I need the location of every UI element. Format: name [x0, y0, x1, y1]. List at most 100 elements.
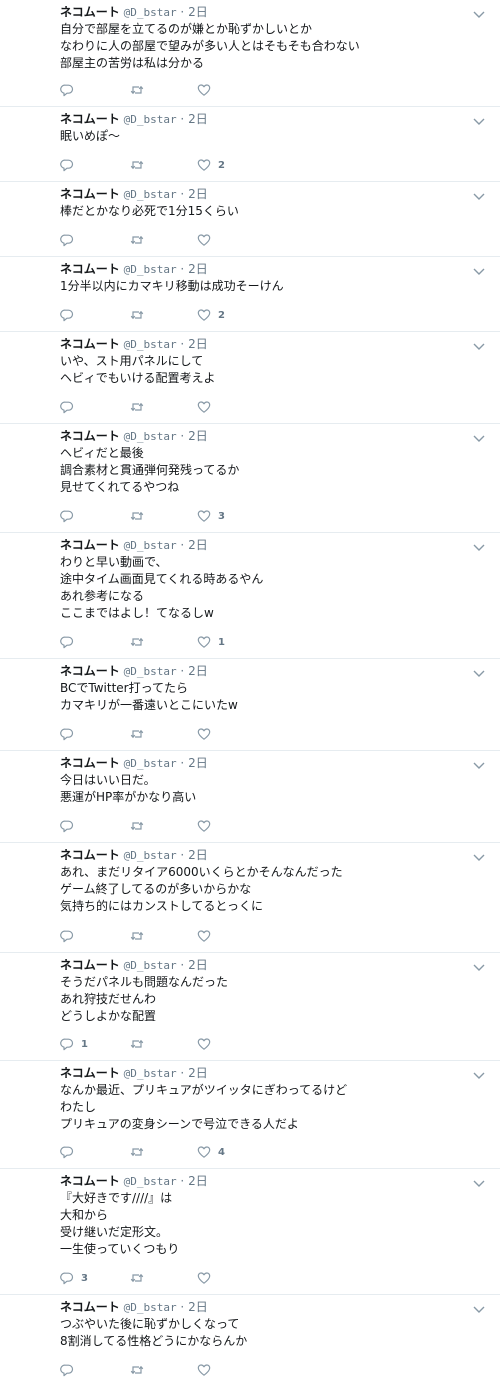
user-handle[interactable]: @D_bstar — [124, 338, 177, 351]
like-button[interactable] — [197, 233, 218, 247]
tweet-time[interactable]: 2日 — [188, 958, 208, 972]
chevron-down-icon[interactable] — [472, 959, 486, 971]
like-button[interactable] — [197, 83, 218, 97]
tweet-time[interactable]: 2日 — [188, 1066, 208, 1080]
user-handle[interactable]: @D_bstar — [124, 665, 177, 678]
user-name[interactable]: ネコムート — [60, 1174, 120, 1188]
user-handle[interactable]: @D_bstar — [124, 1175, 177, 1188]
tweet-time[interactable]: 2日 — [188, 756, 208, 770]
tweet[interactable]: ネコムート @D_bstar · 2日 眠いめぽ～ 2 — [0, 107, 500, 182]
chevron-down-icon[interactable] — [472, 1175, 486, 1187]
user-handle[interactable]: @D_bstar — [124, 959, 177, 972]
tweet-time[interactable]: 2日 — [188, 429, 208, 443]
retweet-button[interactable] — [130, 83, 151, 97]
reply-button[interactable] — [60, 727, 81, 741]
tweet[interactable]: ネコムート @D_bstar · 2日 自分で部屋を立てるのが嫌とか恥ずかしいと… — [0, 0, 500, 107]
user-name[interactable]: ネコムート — [60, 538, 120, 552]
tweet[interactable]: ネコムート @D_bstar · 2日 ヘビィだと最後 調合素材と貫通弾何発残って… — [0, 424, 500, 533]
user-handle[interactable]: @D_bstar — [124, 757, 177, 770]
reply-button[interactable] — [60, 1145, 81, 1159]
user-name[interactable]: ネコムート — [60, 429, 120, 443]
retweet-button[interactable] — [130, 1271, 151, 1285]
user-name[interactable]: ネコムート — [60, 112, 120, 126]
tweet[interactable]: ネコムート @D_bstar · 2日 今日はいい日だ。 悪運がHP率がかなり高い — [0, 751, 500, 843]
retweet-button[interactable] — [130, 1037, 151, 1051]
retweet-button[interactable] — [130, 509, 151, 523]
like-button[interactable]: 4 — [197, 1145, 225, 1159]
chevron-down-icon[interactable] — [472, 757, 486, 769]
chevron-down-icon[interactable] — [472, 263, 486, 275]
user-name[interactable]: ネコムート — [60, 1066, 120, 1080]
chevron-down-icon[interactable] — [472, 539, 486, 551]
like-button[interactable]: 2 — [197, 308, 225, 322]
reply-button[interactable] — [60, 819, 81, 833]
retweet-button[interactable] — [130, 233, 151, 247]
tweet-time[interactable]: 2日 — [188, 337, 208, 351]
tweet[interactable]: ネコムート @D_bstar · 2日 そうだパネルも問題なんだった あれ狩技だせ… — [0, 953, 500, 1061]
user-name[interactable]: ネコムート — [60, 262, 120, 276]
like-button[interactable] — [197, 819, 218, 833]
tweet[interactable]: ネコムート @D_bstar · 2日 わりと早い動画で、 途中タイム画面見てくれ… — [0, 533, 500, 659]
like-button[interactable] — [197, 1271, 218, 1285]
retweet-button[interactable] — [130, 635, 151, 649]
chevron-down-icon[interactable] — [472, 430, 486, 442]
user-name[interactable]: ネコムート — [60, 5, 120, 19]
chevron-down-icon[interactable] — [472, 665, 486, 677]
retweet-button[interactable] — [130, 727, 151, 741]
reply-button[interactable] — [60, 929, 81, 943]
user-handle[interactable]: @D_bstar — [124, 539, 177, 552]
like-button[interactable] — [197, 400, 218, 414]
chevron-down-icon[interactable] — [472, 1301, 486, 1313]
tweet-time[interactable]: 2日 — [188, 5, 208, 19]
tweet-time[interactable]: 2日 — [188, 262, 208, 276]
retweet-button[interactable] — [130, 1145, 151, 1159]
chevron-down-icon[interactable] — [472, 849, 486, 861]
tweet-time[interactable]: 2日 — [188, 538, 208, 552]
chevron-down-icon[interactable] — [472, 338, 486, 350]
tweet[interactable]: ネコムート @D_bstar · 2日 1分半以内にカマキリ移動は成功そーけん — [0, 257, 500, 332]
chevron-down-icon[interactable] — [472, 113, 486, 125]
tweet-time[interactable]: 2日 — [188, 1174, 208, 1188]
reply-button[interactable] — [60, 509, 81, 523]
tweet[interactable]: ネコムート @D_bstar · 2日 いや、スト用パネルにして ヘビィでもいける… — [0, 332, 500, 424]
chevron-down-icon[interactable] — [472, 188, 486, 200]
retweet-button[interactable] — [130, 1363, 151, 1377]
reply-button[interactable] — [60, 1363, 81, 1377]
reply-button[interactable] — [60, 308, 81, 322]
tweet-time[interactable]: 2日 — [188, 187, 208, 201]
tweet[interactable]: ネコムート @D_bstar · 2日 BCでTwitter打ってたら カマキリが… — [0, 659, 500, 751]
user-handle[interactable]: @D_bstar — [124, 430, 177, 443]
tweet-time[interactable]: 2日 — [188, 848, 208, 862]
like-button[interactable] — [197, 929, 218, 943]
retweet-button[interactable] — [130, 308, 151, 322]
user-handle[interactable]: @D_bstar — [124, 113, 177, 126]
retweet-button[interactable] — [130, 819, 151, 833]
chevron-down-icon[interactable] — [472, 1067, 486, 1079]
user-handle[interactable]: @D_bstar — [124, 849, 177, 862]
user-name[interactable]: ネコムート — [60, 664, 120, 678]
reply-button[interactable] — [60, 635, 81, 649]
user-name[interactable]: ネコムート — [60, 958, 120, 972]
like-button[interactable] — [197, 1363, 218, 1377]
retweet-button[interactable] — [130, 158, 151, 172]
reply-button[interactable]: 1 — [60, 1037, 88, 1051]
user-name[interactable]: ネコムート — [60, 337, 120, 351]
reply-button[interactable] — [60, 233, 81, 247]
tweet[interactable]: ネコムート @D_bstar · 2日 『大好きです////』は 大和から 受け継い… — [0, 1169, 500, 1295]
reply-button[interactable] — [60, 158, 81, 172]
user-handle[interactable]: @D_bstar — [124, 188, 177, 201]
user-handle[interactable]: @D_bstar — [124, 6, 177, 19]
tweet-time[interactable]: 2日 — [188, 112, 208, 126]
like-button[interactable] — [197, 727, 218, 741]
tweet[interactable]: ネコムート @D_bstar · 2日 あれ、まだリタイア6000いくらとかそん… — [0, 843, 500, 953]
retweet-button[interactable] — [130, 400, 151, 414]
chevron-down-icon[interactable] — [472, 6, 486, 18]
user-name[interactable]: ネコムート — [60, 756, 120, 770]
user-handle[interactable]: @D_bstar — [124, 1301, 177, 1314]
user-handle[interactable]: @D_bstar — [124, 263, 177, 276]
tweet[interactable]: ネコムート @D_bstar · 2日 つぶやいた後に恥ずかしくなって 8割消して… — [0, 1295, 500, 1386]
tweet[interactable]: ネコムート @D_bstar · 2日 棒だとかなり必死で1分15くらい — [0, 182, 500, 257]
tweet-time[interactable]: 2日 — [188, 1300, 208, 1314]
user-name[interactable]: ネコムート — [60, 1300, 120, 1314]
retweet-button[interactable] — [130, 929, 151, 943]
